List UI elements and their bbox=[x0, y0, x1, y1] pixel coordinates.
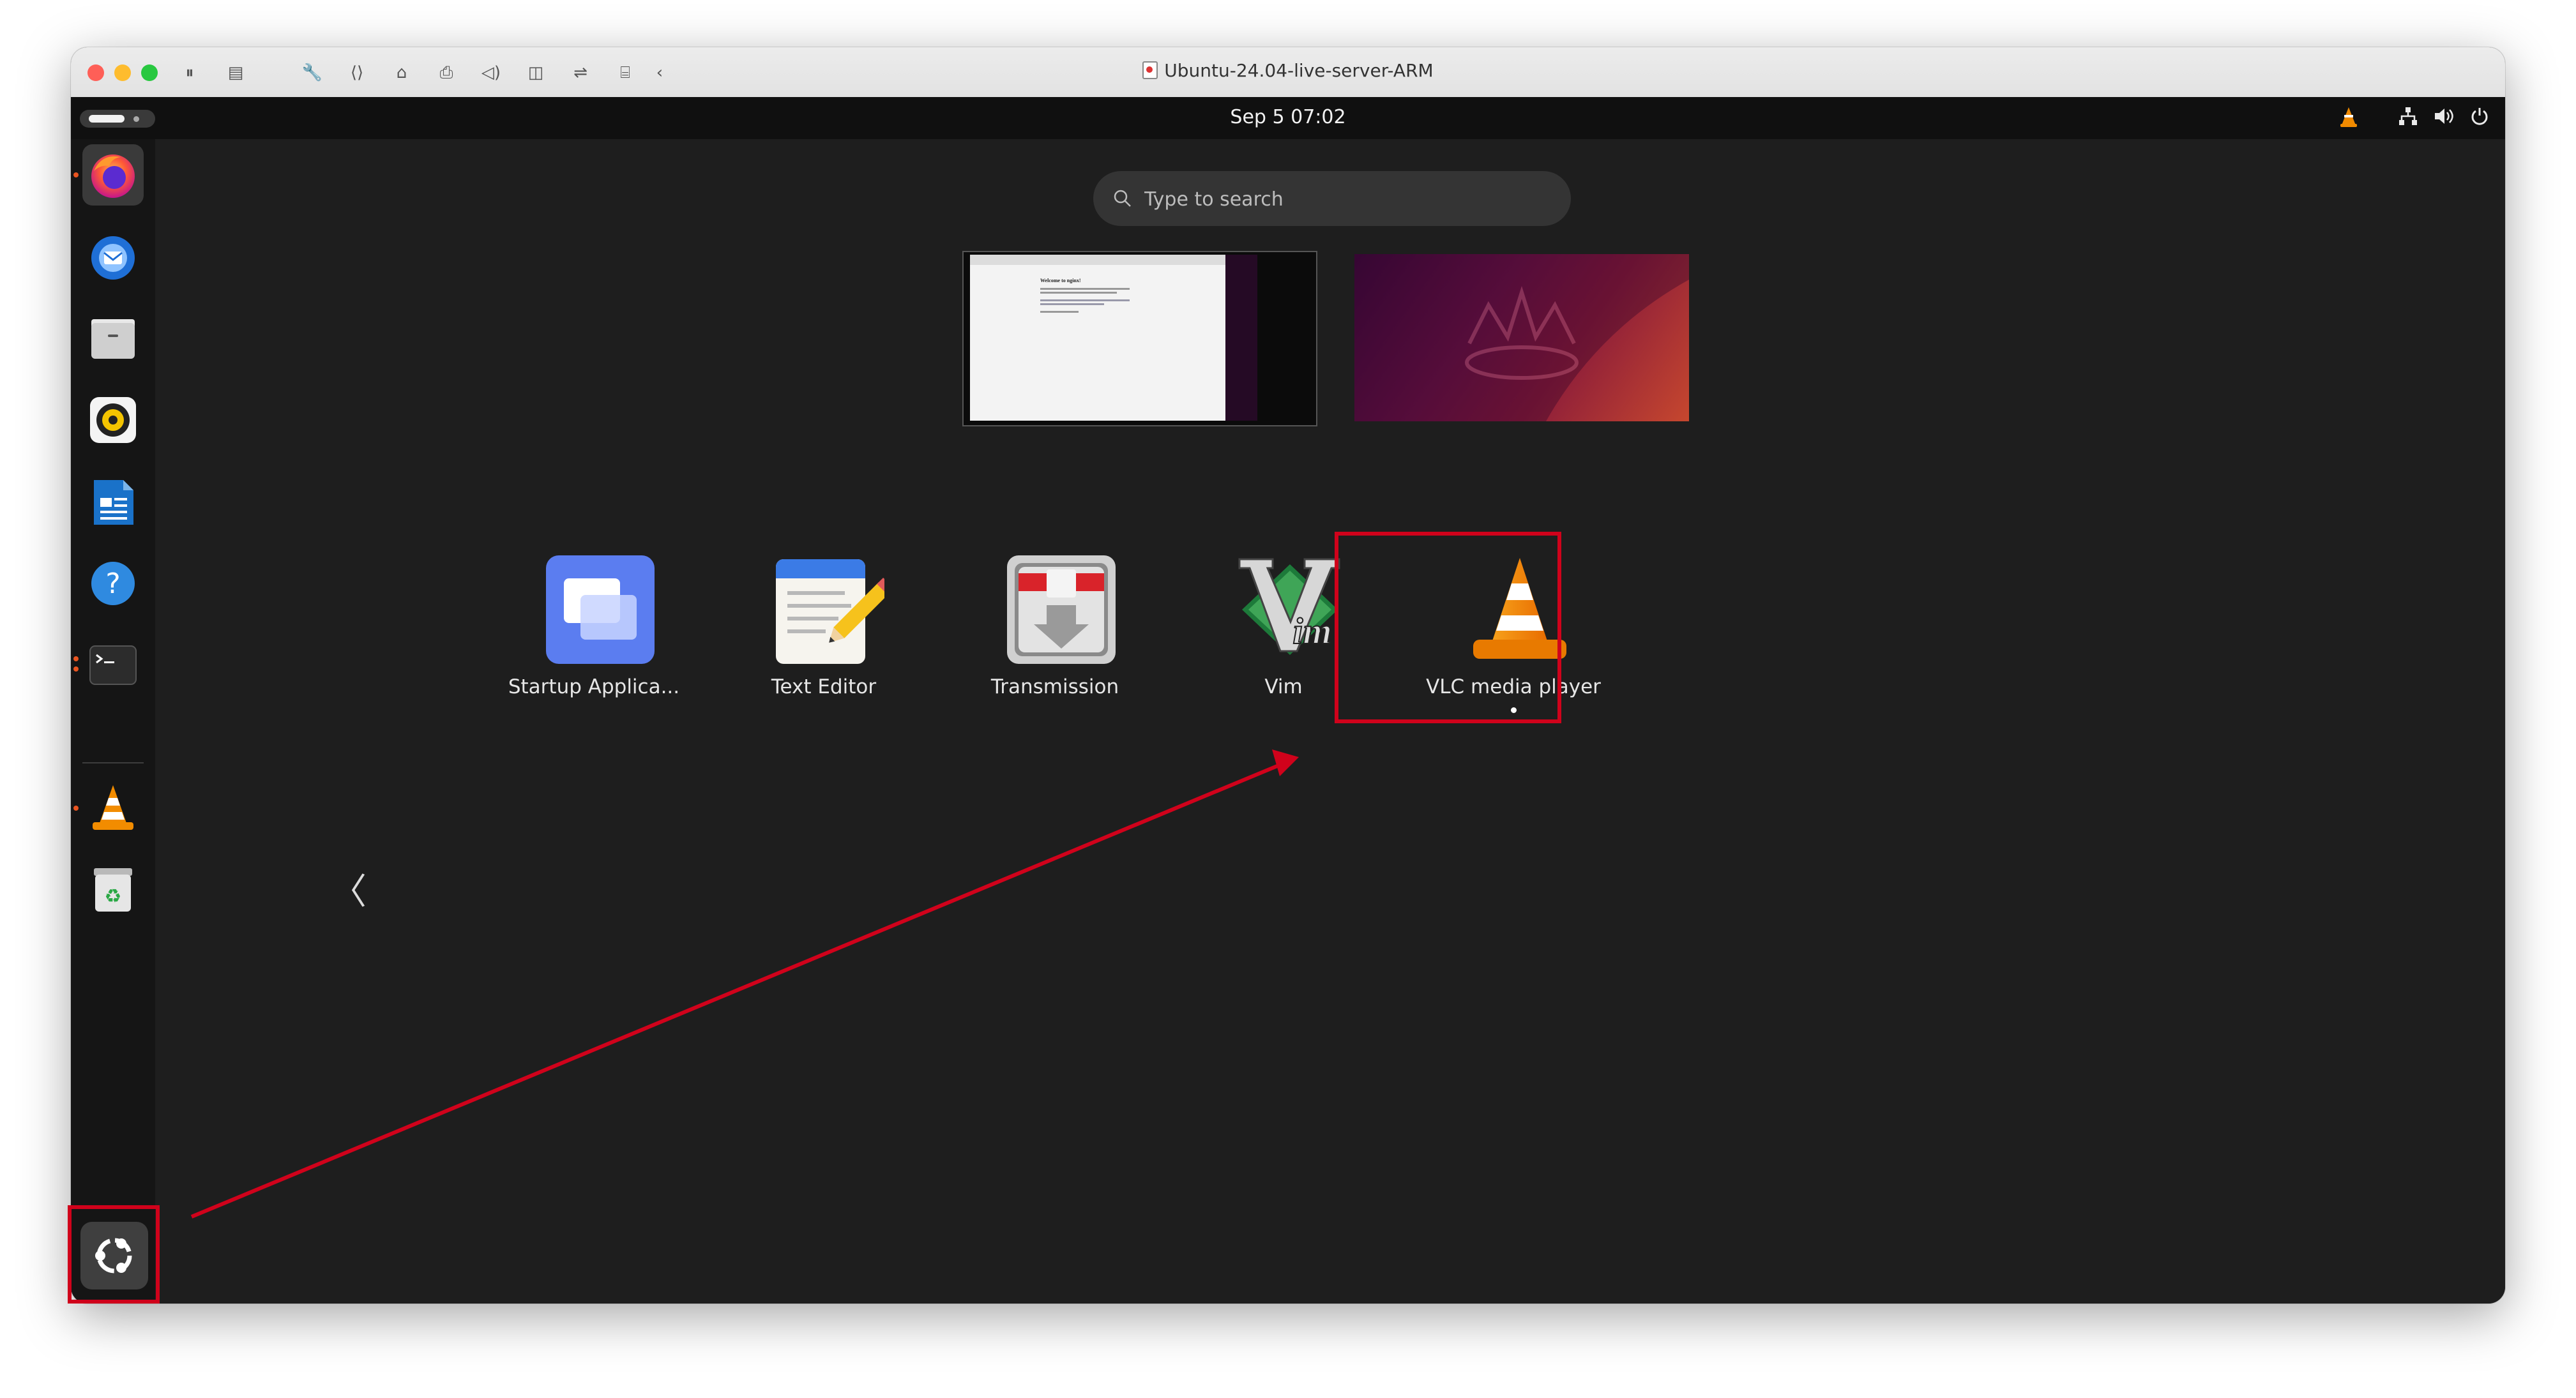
annotation-arrow bbox=[190, 749, 1299, 1219]
